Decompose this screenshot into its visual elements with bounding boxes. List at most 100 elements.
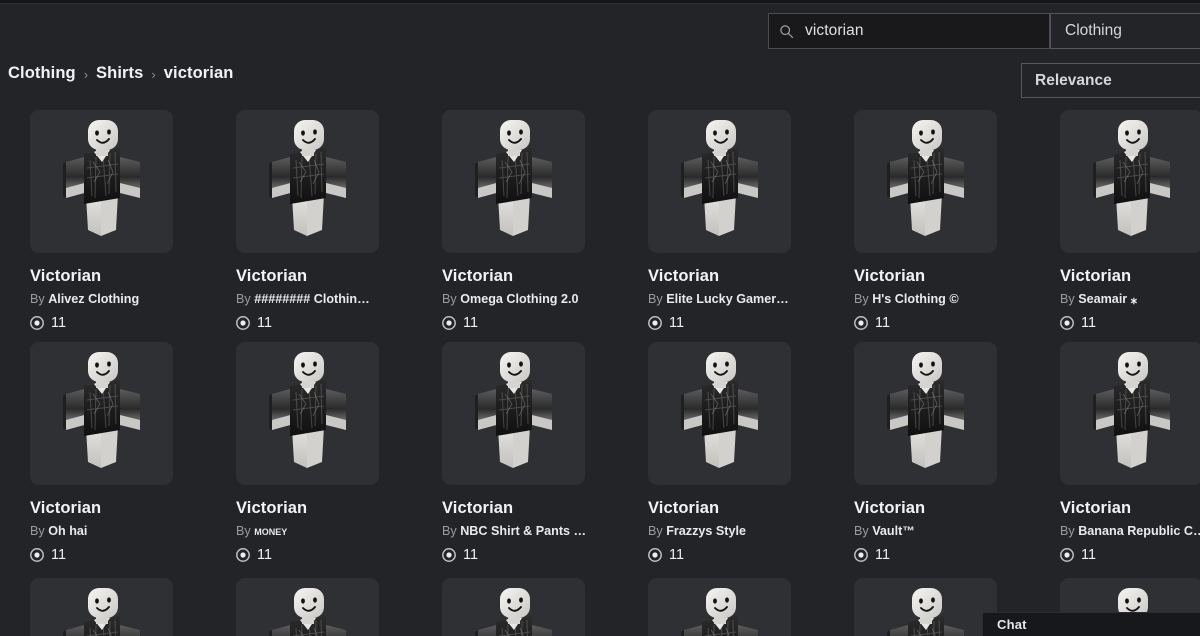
catalog-item-card[interactable]: Victorian By Vault™ 11 — [854, 342, 1040, 563]
item-thumbnail[interactable] — [854, 342, 997, 485]
item-creator-by-label: By — [854, 292, 873, 306]
catalog-item-card[interactable]: Victorian By Alivez Clothing 11 — [30, 110, 216, 331]
item-thumbnail[interactable] — [442, 110, 585, 253]
item-price: 11 — [30, 314, 216, 331]
item-price: 11 — [1060, 546, 1200, 563]
item-creator[interactable]: By Banana Republic C… — [1060, 524, 1200, 539]
item-price: 11 — [236, 546, 422, 563]
item-price-amount: 11 — [875, 546, 891, 563]
item-price-amount: 11 — [51, 546, 67, 563]
item-price: 11 — [1060, 314, 1200, 331]
catalog-item-card[interactable]: Victorian By H's Clothing © 11 — [854, 110, 1040, 331]
item-creator[interactable]: By Seamair ⁎ — [1060, 292, 1200, 307]
robux-icon — [854, 315, 868, 330]
item-creator[interactable]: By Alivez Clothing — [30, 292, 182, 307]
item-creator-by-label: By — [854, 524, 873, 538]
item-creator-name: Frazzys Style — [666, 524, 747, 538]
catalog-item-card[interactable]: Victorian By Seamair ⁎ 11 — [1060, 110, 1200, 331]
item-price: 11 — [236, 314, 422, 331]
item-price-amount: 11 — [463, 314, 479, 331]
breadcrumb-separator-icon: › — [83, 66, 89, 82]
item-price-amount: 11 — [51, 314, 67, 331]
catalog-item-card[interactable]: Victorian By NBC Shirt & Pants … 11 — [442, 342, 628, 563]
item-thumbnail[interactable] — [1060, 342, 1200, 485]
item-creator-by-label: By — [442, 524, 461, 538]
catalog-item-card[interactable]: Victorian By Elite Lucky Gamer… 11 — [648, 110, 834, 331]
item-price: 11 — [442, 314, 628, 331]
breadcrumb-item-shirts[interactable]: Shirts — [96, 64, 143, 83]
sort-filter-value: Relevance — [1035, 71, 1112, 89]
breadcrumb-separator-icon: › — [151, 66, 156, 82]
catalog-item-card[interactable]: Victorian By Oh hai 11 — [30, 342, 216, 563]
item-thumbnail[interactable] — [236, 342, 379, 485]
item-title: Victorian — [30, 267, 102, 285]
robux-icon — [648, 315, 662, 330]
item-creator[interactable]: By Vault™ — [854, 524, 1006, 539]
catalog-item-card[interactable]: Victorian By Frazzys Style 11 — [648, 342, 834, 563]
item-thumbnail[interactable] — [236, 578, 379, 636]
category-filter-value: Clothing — [1065, 22, 1122, 39]
search-input[interactable]: victorian — [768, 13, 1050, 49]
item-title: Victorian — [648, 267, 720, 285]
sort-filter-dropdown[interactable]: Relevance — [1021, 63, 1200, 98]
item-creator[interactable]: By Frazzys Style — [648, 524, 800, 539]
item-creator-name: Vault™ — [872, 524, 915, 538]
catalog-item-card[interactable]: Victorian By Banana Republic C… 11 — [1060, 342, 1200, 563]
item-creator-name: Alivez Clothing — [48, 292, 140, 306]
item-creator[interactable]: By Oh hai — [30, 524, 182, 539]
item-thumbnail[interactable] — [30, 578, 173, 636]
item-thumbnail[interactable] — [854, 578, 997, 636]
catalog-item-card[interactable] — [30, 578, 216, 636]
item-price-amount: 11 — [257, 314, 273, 331]
robux-icon — [854, 547, 868, 562]
robux-icon — [30, 547, 44, 562]
item-title: Victorian — [236, 499, 308, 517]
breadcrumb: Clothing › Shirts › victorian — [8, 60, 233, 86]
item-thumbnail[interactable] — [30, 342, 173, 485]
robux-icon — [30, 315, 44, 330]
search-input-value: victorian — [805, 22, 864, 39]
item-thumbnail[interactable] — [648, 110, 791, 253]
item-thumbnail[interactable] — [236, 110, 379, 253]
catalog-item-card[interactable]: Victorian By Money 11 — [236, 342, 422, 563]
robux-icon — [442, 547, 456, 562]
item-price-amount: 11 — [1081, 546, 1097, 563]
breadcrumb-item-current: victorian — [163, 63, 234, 82]
item-price: 11 — [30, 546, 216, 563]
item-price: 11 — [442, 546, 628, 563]
catalog-item-card[interactable]: Victorian By ######## Clothin… 11 — [236, 110, 422, 331]
item-title: Victorian — [648, 499, 720, 517]
item-creator-by-label: By — [648, 524, 667, 538]
item-price-amount: 11 — [669, 314, 685, 331]
item-title: Victorian — [1060, 267, 1132, 285]
breadcrumb-item-clothing[interactable]: Clothing — [8, 64, 76, 83]
item-thumbnail[interactable] — [648, 578, 791, 636]
catalog-item-card[interactable] — [442, 578, 628, 636]
item-thumbnail[interactable] — [442, 578, 585, 636]
catalog-item-card[interactable] — [648, 578, 834, 636]
item-title: Victorian — [1060, 499, 1132, 517]
robux-icon — [236, 315, 250, 330]
item-creator[interactable]: By H's Clothing © — [854, 292, 1006, 307]
search-icon — [779, 24, 794, 39]
item-creator-name: Elite Lucky Gamer… — [666, 292, 789, 306]
catalog-item-card[interactable]: Victorian By Omega Clothing 2.0 11 — [442, 110, 628, 331]
item-thumbnail[interactable] — [30, 110, 173, 253]
item-creator[interactable]: By ######## Clothin… — [236, 292, 388, 307]
item-creator[interactable]: By NBC Shirt & Pants … — [442, 524, 594, 539]
item-creator[interactable]: By Money — [236, 524, 388, 539]
category-filter-dropdown[interactable]: Clothing — [1050, 13, 1200, 49]
item-thumbnail[interactable] — [648, 342, 791, 485]
item-price: 11 — [648, 314, 834, 331]
catalog-item-card[interactable] — [236, 578, 422, 636]
item-price-amount: 11 — [669, 546, 685, 563]
item-creator[interactable]: By Elite Lucky Gamer… — [648, 292, 800, 307]
item-thumbnail[interactable] — [442, 342, 585, 485]
item-title: Victorian — [442, 267, 514, 285]
chat-dock-label: Chat — [997, 617, 1027, 632]
item-thumbnail[interactable] — [1060, 110, 1200, 253]
item-title: Victorian — [30, 499, 102, 517]
item-creator[interactable]: By Omega Clothing 2.0 — [442, 292, 594, 307]
chat-dock-button[interactable]: Chat — [982, 612, 1200, 636]
item-thumbnail[interactable] — [854, 110, 997, 253]
